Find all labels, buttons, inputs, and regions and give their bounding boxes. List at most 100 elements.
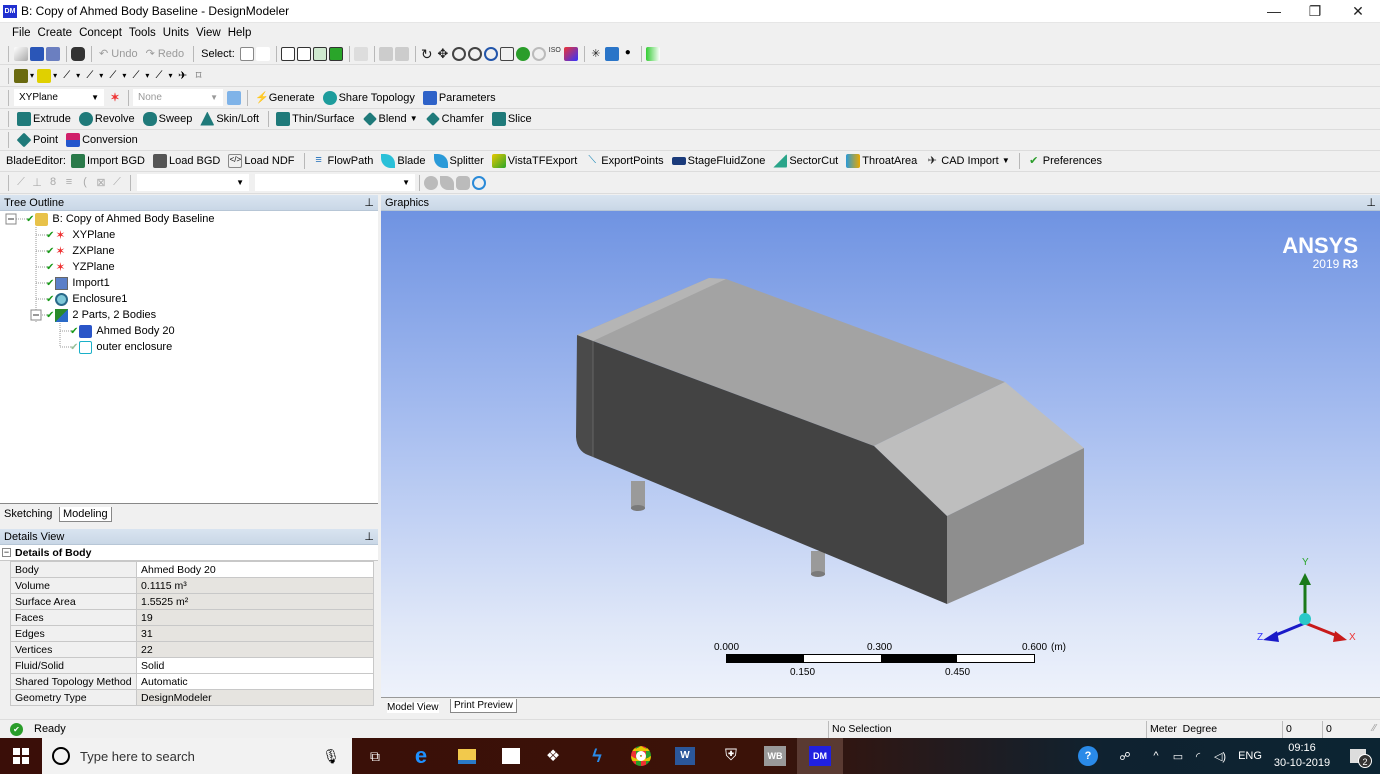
edge-joint-1-icon[interactable]: ∕: [83, 69, 97, 83]
language-indicator[interactable]: ENG: [1234, 738, 1266, 774]
sketch-tool-7-icon[interactable]: ⟋: [110, 176, 124, 190]
iso-view-icon[interactable]: ISO: [548, 47, 562, 61]
conversion-button[interactable]: Conversion: [63, 131, 141, 149]
generate-button[interactable]: ⚡ Generate: [252, 89, 318, 107]
menu-concept[interactable]: Concept: [79, 27, 122, 39]
file-explorer-app[interactable]: [444, 738, 490, 774]
exportpoints-button[interactable]: ⟍ ExportPoints: [582, 152, 666, 170]
pin-icon[interactable]: ⊥: [364, 530, 374, 543]
flowpath-button[interactable]: ≡ FlowPath: [309, 152, 377, 170]
menu-create[interactable]: Create: [38, 27, 73, 39]
zoom-fit-icon[interactable]: [499, 46, 514, 61]
tab-sketching[interactable]: Sketching: [4, 508, 52, 520]
redo-button[interactable]: ↷ Redo: [143, 45, 188, 63]
save-as-icon[interactable]: [46, 46, 60, 61]
app-bolt[interactable]: ϟ: [574, 738, 620, 774]
sketch-tool-10-icon[interactable]: [456, 175, 470, 190]
new-sketch-icon[interactable]: [227, 90, 241, 105]
tree-item-xyplane[interactable]: ✔ ✶ XYPlane: [46, 227, 115, 243]
action-center[interactable]: 2: [1338, 738, 1378, 774]
microphone-icon[interactable]: 🎙: [322, 748, 340, 765]
edge-joint-2-icon[interactable]: ∕: [106, 69, 120, 83]
display-plane-icon[interactable]: [563, 46, 578, 61]
slice-button[interactable]: Slice: [489, 110, 535, 128]
zoom-box-icon[interactable]: [483, 46, 498, 61]
sketch-tool-6-icon[interactable]: ⊠: [94, 176, 108, 190]
sketch-tool-9-icon[interactable]: [440, 175, 454, 190]
select-pointer-icon[interactable]: [239, 46, 254, 61]
clock[interactable]: 09:16 30-10-2019: [1268, 741, 1336, 771]
designmodeler-app[interactable]: DM: [797, 738, 843, 774]
sketch-tool-2-icon[interactable]: ⊥: [30, 176, 44, 190]
zoom-icon[interactable]: [451, 46, 466, 61]
task-view-button[interactable]: ⧉: [352, 738, 398, 774]
tree-item-enclosure1[interactable]: ✔ Enclosure1: [46, 291, 127, 307]
resize-grip-icon[interactable]: ⁄⁄: [1373, 723, 1376, 734]
point-button[interactable]: Point: [14, 131, 61, 149]
tree-root[interactable]: ✔ B: Copy of Ahmed Body Baseline: [26, 211, 214, 227]
tree-item-outer-enclosure[interactable]: ✔ outer enclosure: [70, 339, 172, 355]
display-axes-icon[interactable]: ✳: [589, 47, 603, 61]
previous-view-icon[interactable]: [515, 46, 530, 61]
chamfer-button[interactable]: Chamfer: [423, 110, 487, 128]
help-tray[interactable]: ?: [1068, 738, 1108, 774]
search-box[interactable]: Type here to search 🎙: [42, 738, 352, 774]
plane-select[interactable]: XYPlane ▼: [14, 89, 104, 106]
tree-item-import1[interactable]: ✔ Import1: [46, 275, 110, 291]
revolve-button[interactable]: Revolve: [76, 110, 138, 128]
sketch-select[interactable]: None ▼: [133, 89, 223, 106]
new-plane-icon[interactable]: ✶: [108, 91, 122, 105]
zoom-in-icon[interactable]: [467, 46, 482, 61]
sketch-tool-3-icon[interactable]: 8: [46, 176, 60, 190]
tab-print-preview[interactable]: Print Preview: [450, 699, 517, 713]
sketch-tool-5-icon[interactable]: (: [78, 176, 92, 190]
dimension-select[interactable]: ▼: [137, 174, 249, 191]
next-view-icon[interactable]: [531, 46, 546, 61]
face-color-icon[interactable]: [14, 68, 28, 83]
volume-tray[interactable]: ◁): [1208, 738, 1232, 774]
import-bgd-button[interactable]: Import BGD: [68, 152, 148, 170]
splitter-button[interactable]: Splitter: [431, 152, 487, 170]
minimize-button[interactable]: —: [1252, 0, 1296, 22]
blend-button[interactable]: Blend ▼: [360, 110, 421, 128]
cad-import-button[interactable]: ✈ CAD Import ▼: [922, 152, 1012, 170]
rotate-icon[interactable]: ↻: [420, 47, 434, 61]
pin-icon[interactable]: ⊥: [1366, 196, 1376, 209]
select-mode-icon[interactable]: [255, 46, 270, 61]
save-icon[interactable]: [30, 46, 44, 61]
sketch-plane-icon[interactable]: ⌑: [192, 69, 206, 83]
select-vertex-icon[interactable]: [280, 46, 295, 61]
edge-app[interactable]: e: [398, 738, 444, 774]
display-point-icon[interactable]: ●: [621, 47, 635, 61]
constraint-select[interactable]: ▼: [255, 174, 415, 191]
parameters-button[interactable]: Parameters: [420, 89, 499, 107]
menu-view[interactable]: View: [196, 27, 221, 39]
extend-selection-icon[interactable]: [353, 46, 368, 61]
dropbox-app[interactable]: ❖: [530, 738, 576, 774]
workbench-app[interactable]: WB: [752, 738, 798, 774]
blade-button[interactable]: Blade: [378, 152, 428, 170]
vistatfexport-button[interactable]: VistaTFExport: [489, 152, 581, 170]
tree-item-yzplane[interactable]: ✔ ✶ YZPlane: [46, 259, 115, 275]
load-bgd-button[interactable]: Load BGD: [150, 152, 223, 170]
select-body-icon[interactable]: [328, 46, 343, 61]
sweep-button[interactable]: Sweep: [140, 110, 196, 128]
battery-tray[interactable]: ▭: [1168, 738, 1188, 774]
skin-loft-button[interactable]: Skin/Loft: [197, 110, 262, 128]
close-button[interactable]: ✕: [1336, 0, 1380, 22]
pin-icon[interactable]: ⊥: [364, 196, 374, 209]
select-edge-icon[interactable]: [296, 46, 311, 61]
load-ndf-button[interactable]: </> Load NDF: [225, 152, 297, 170]
face-pattern-icon[interactable]: [37, 68, 52, 83]
edge-joint-x-icon[interactable]: ∕: [152, 69, 166, 83]
store-app[interactable]: [488, 738, 534, 774]
throatarea-button[interactable]: ThroatArea: [843, 152, 920, 170]
extrude-button[interactable]: Extrude: [14, 110, 74, 128]
ahmed-body-model[interactable]: [381, 211, 1380, 697]
pan-icon[interactable]: ✥: [436, 46, 450, 61]
look-at-icon[interactable]: [645, 46, 660, 61]
maximize-button[interactable]: ❐: [1293, 0, 1337, 22]
tree-item-parts[interactable]: ✔ 2 Parts, 2 Bodies: [46, 307, 156, 323]
edge-joint-3-icon[interactable]: ∕: [129, 69, 143, 83]
chrome-app[interactable]: [618, 738, 664, 774]
